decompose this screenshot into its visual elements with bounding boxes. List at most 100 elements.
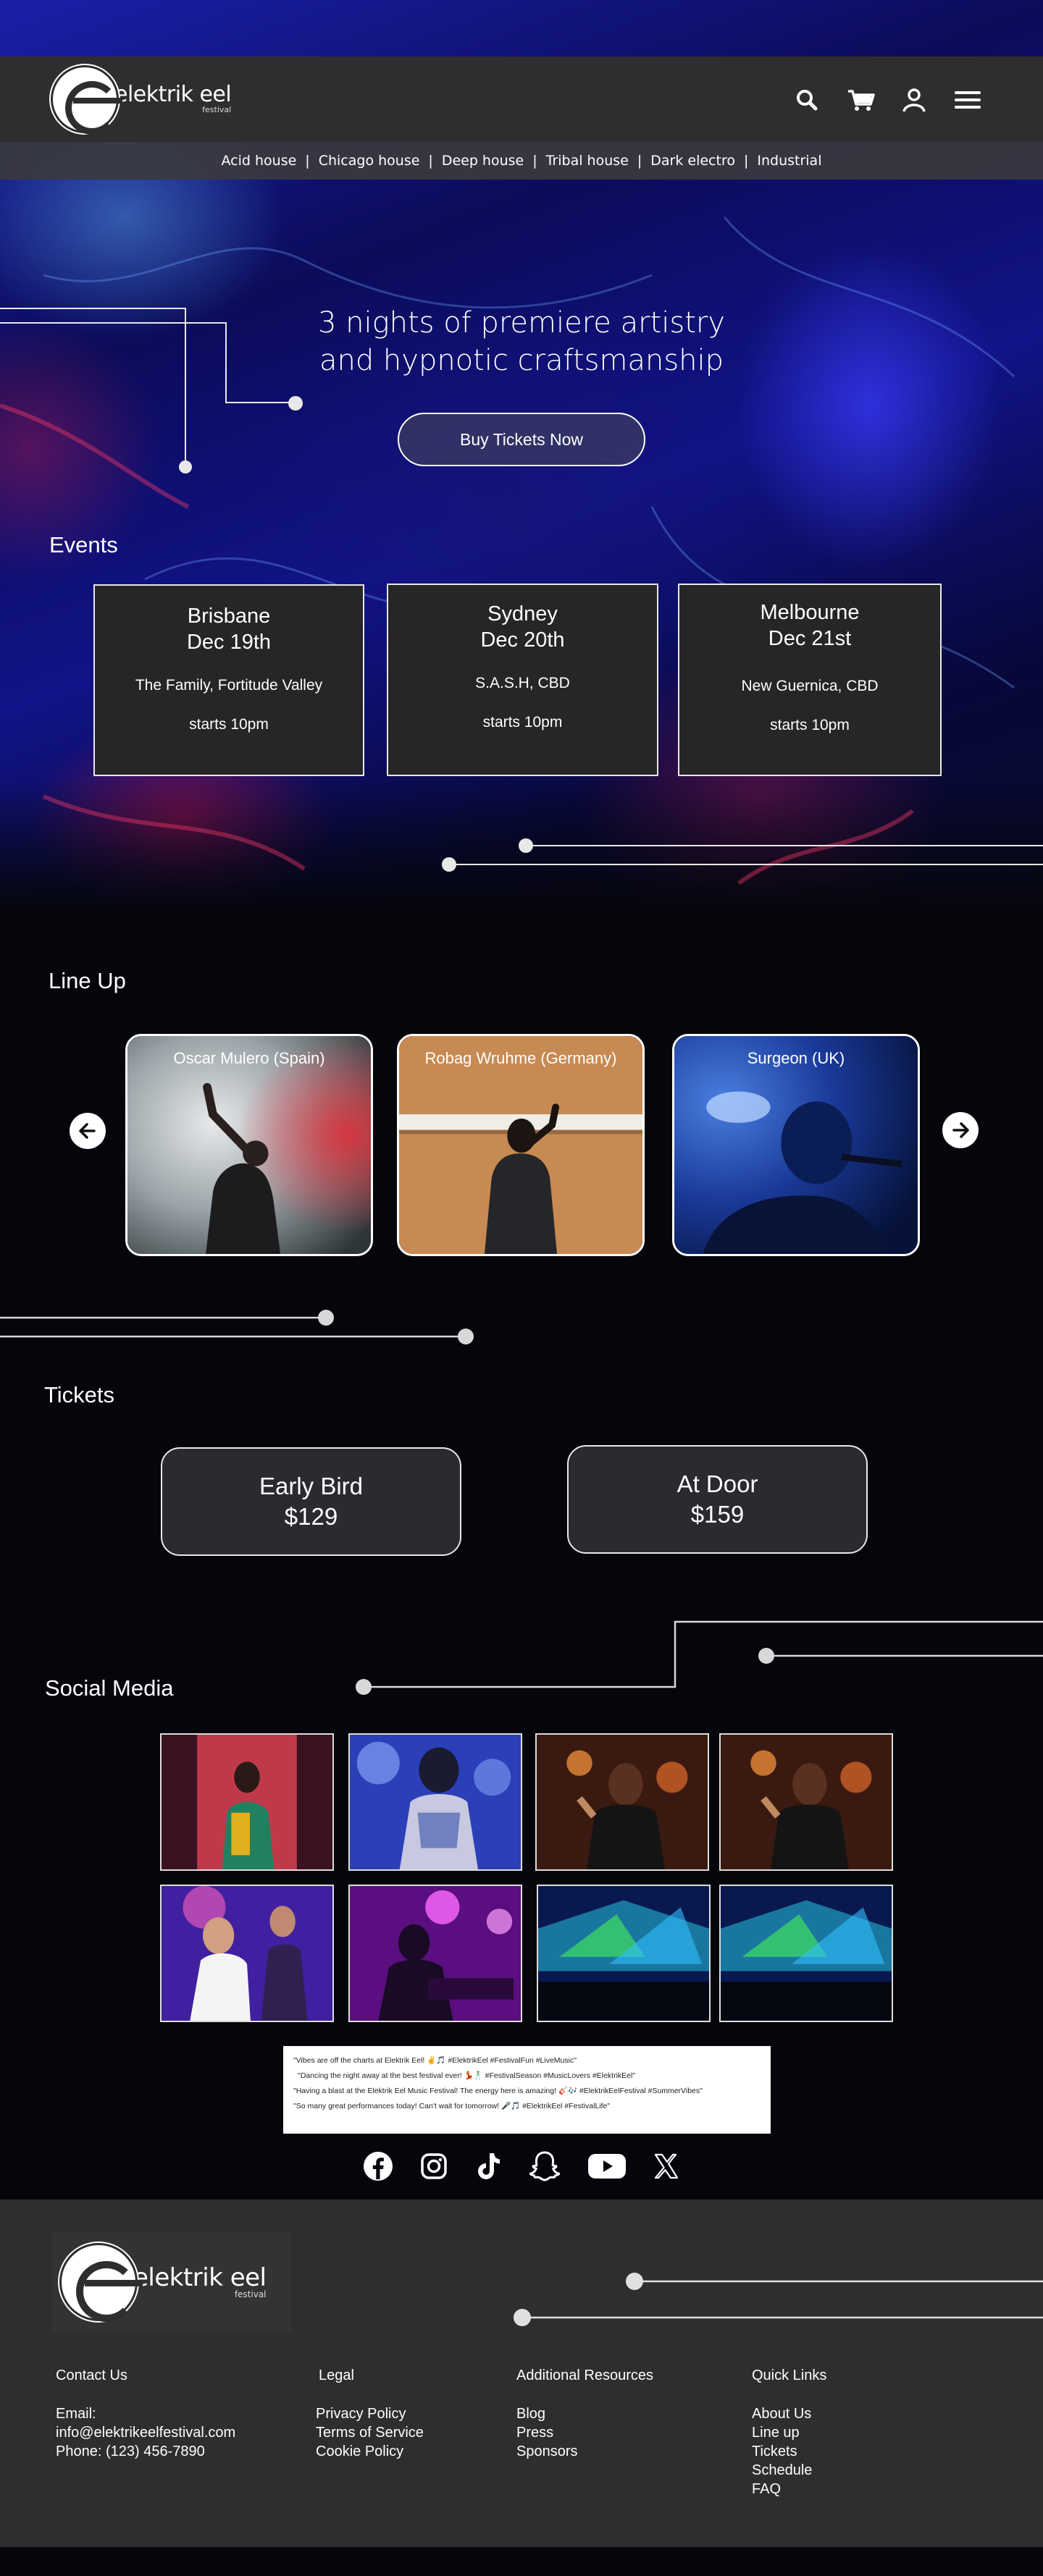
social-photo[interactable] <box>535 1733 709 1871</box>
artist-photo <box>127 1036 371 1254</box>
genre-separator: | <box>637 153 642 169</box>
social-photo[interactable] <box>160 1733 334 1871</box>
event-date: Dec 19th <box>186 631 272 654</box>
brand-name: elektrik eel <box>114 82 232 107</box>
social-links <box>362 2148 681 2187</box>
footer-link[interactable]: FAQ <box>752 2480 826 2499</box>
artist-name: Surgeon (UK) <box>747 1049 845 1067</box>
hero-tagline: 3 nights of premiere artistry and hypnot… <box>304 304 739 379</box>
footer-link[interactable]: Line up <box>752 2423 826 2442</box>
event-start-time: starts 10pm <box>482 714 563 731</box>
ticket-name: At Door <box>677 1470 758 1497</box>
footer-link[interactable]: Blog <box>516 2404 653 2423</box>
social-posts-feed: "Vibes are off the charts at Elektrik Ee… <box>283 2046 771 2134</box>
x-icon[interactable] <box>652 2152 681 2184</box>
ticket-name: Early Bird <box>259 1473 364 1499</box>
social-post: "Dancing the night away at the best fest… <box>298 2071 636 2080</box>
events-heading: Events <box>49 532 118 557</box>
footer-column-heading: Legal <box>319 2367 354 2383</box>
instagram-icon[interactable] <box>419 2152 448 2184</box>
ticket-option-at-door[interactable]: At Door $159 <box>567 1445 868 1554</box>
footer-link[interactable]: Terms of Service <box>316 2423 424 2442</box>
page-bottom-strip <box>0 2547 1043 2576</box>
footer-column-heading: Quick Links <box>752 2367 827 2383</box>
footer-column-heading: Additional Resources <box>516 2367 653 2383</box>
footer-link[interactable]: Cookie Policy <box>316 2442 424 2461</box>
brand-logo[interactable]: elektrik eel festival <box>51 65 232 135</box>
arrow-right-icon <box>944 1114 977 1147</box>
footer-link[interactable]: Schedule <box>752 2461 826 2480</box>
footer-column-quick-links: Quick Links About Us Line up Tickets Sch… <box>752 2367 826 2499</box>
genre-link[interactable]: Dark electro <box>650 153 735 169</box>
social-photo[interactable] <box>348 1733 522 1871</box>
genre-link[interactable]: Acid house <box>222 153 297 169</box>
social-photo[interactable] <box>160 1885 334 2022</box>
artist-photo <box>399 1036 642 1254</box>
event-venue: The Family, Fortitude Valley <box>135 677 323 694</box>
logo-mark <box>51 65 122 135</box>
contact-email-label: Email: <box>56 2406 96 2422</box>
social-post: "So many great performances today! Can't… <box>293 2102 611 2110</box>
snapchat-icon[interactable] <box>527 2149 562 2186</box>
genre-separator: | <box>532 153 537 169</box>
tagline-line: and hypnotic craftsmanship <box>319 344 724 377</box>
carousel-prev-button[interactable] <box>70 1113 106 1149</box>
artist-name: Robag Wruhme (Germany) <box>424 1049 617 1067</box>
footer-link[interactable]: Tickets <box>752 2442 826 2461</box>
user-icon[interactable] <box>900 85 929 114</box>
event-date: Dec 21st <box>768 627 852 650</box>
social-post: "Having a blast at the Elektrik Eel Musi… <box>293 2087 703 2095</box>
tickets-heading: Tickets <box>44 1382 115 1407</box>
artist-photo <box>674 1036 918 1254</box>
artist-card[interactable]: Oscar Mulero (Spain) <box>125 1034 373 1256</box>
social-media-heading: Social Media <box>45 1675 174 1701</box>
arrow-left-icon <box>71 1114 104 1148</box>
youtube-icon[interactable] <box>587 2152 627 2184</box>
social-photo[interactable] <box>537 1885 711 2022</box>
cart-icon[interactable] <box>846 85 875 114</box>
event-start-time: starts 10pm <box>189 716 269 733</box>
ticket-price: $159 <box>690 1501 745 1528</box>
footer-link[interactable]: About Us <box>752 2404 826 2423</box>
footer-column-contact: Contact Us Email: info@elektrikeelfestiv… <box>56 2367 235 2461</box>
event-start-time: starts 10pm <box>770 717 850 733</box>
event-venue: New Guernica, CBD <box>741 678 879 694</box>
social-post: "Vibes are off the charts at Elektrik Ee… <box>293 2056 577 2065</box>
event-card-sydney[interactable]: Sydney Dec 20th S.A.S.H, CBD starts 10pm <box>387 584 658 776</box>
footer-link[interactable]: Press <box>516 2423 653 2442</box>
social-photo[interactable] <box>348 1885 522 2022</box>
social-photo[interactable] <box>719 1733 893 1871</box>
tagline-line: 3 nights of premiere artistry <box>317 306 726 340</box>
social-photo[interactable] <box>719 1885 893 2022</box>
artist-card[interactable]: Surgeon (UK) <box>672 1034 920 1256</box>
genre-bar: Acid house | Chicago house | Deep house … <box>0 142 1043 180</box>
carousel-next-button[interactable] <box>942 1112 979 1148</box>
footer-link[interactable]: Privacy Policy <box>316 2404 424 2423</box>
event-venue: S.A.S.H, CBD <box>475 675 570 691</box>
contact-email-link[interactable]: info@elektrikeelfestival.com <box>56 2423 235 2442</box>
brand-subtitle: festival <box>202 105 232 114</box>
ticket-option-early-bird[interactable]: Early Bird $129 <box>161 1447 461 1556</box>
event-city: Melbourne <box>760 601 860 624</box>
artist-name: Oscar Mulero (Spain) <box>173 1049 325 1067</box>
facebook-icon[interactable] <box>362 2150 394 2185</box>
event-card-brisbane[interactable]: Brisbane Dec 19th The Family, Fortitude … <box>93 584 364 776</box>
genre-link[interactable]: Tribal house <box>546 153 629 169</box>
tiktok-icon[interactable] <box>474 2150 503 2185</box>
footer-decorative-lines <box>514 2273 1043 2326</box>
genre-link[interactable]: Chicago house <box>319 153 420 169</box>
genre-link[interactable]: Industrial <box>757 153 821 169</box>
genre-link[interactable]: Deep house <box>442 153 524 169</box>
footer-column-heading: Contact Us <box>56 2367 127 2383</box>
footer-link[interactable]: Sponsors <box>516 2442 653 2461</box>
event-date: Dec 20th <box>480 628 565 652</box>
search-icon[interactable] <box>792 85 821 114</box>
top-navigation-bar: elektrik eel festival <box>0 56 1043 142</box>
buy-tickets-button[interactable]: Buy Tickets Now <box>398 413 645 466</box>
genre-separator: | <box>428 153 433 169</box>
menu-icon[interactable] <box>953 85 982 114</box>
artist-card[interactable]: Robag Wruhme (Germany) <box>397 1034 645 1256</box>
event-card-melbourne[interactable]: Melbourne Dec 21st New Guernica, CBD sta… <box>678 584 942 776</box>
event-city: Sydney <box>487 602 558 626</box>
contact-phone[interactable]: Phone: (123) 456-7890 <box>56 2442 235 2461</box>
